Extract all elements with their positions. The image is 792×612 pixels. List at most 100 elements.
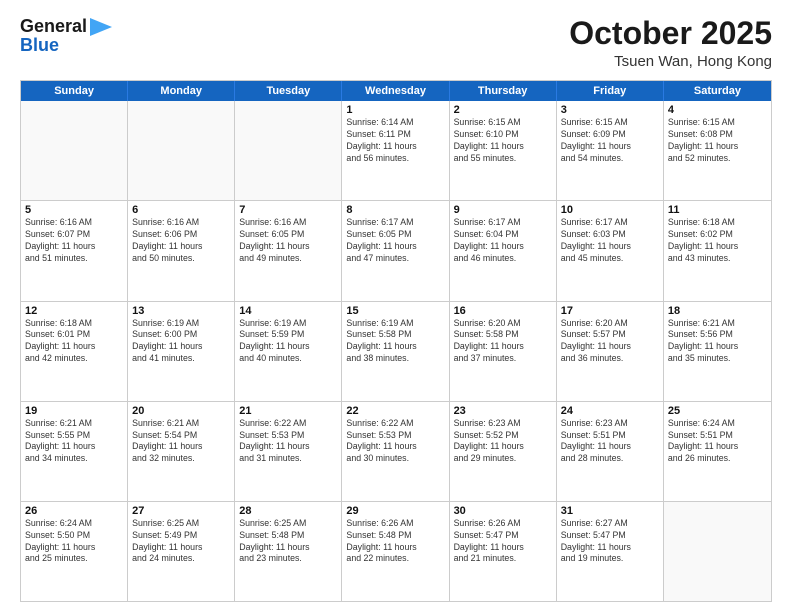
weekday-header-tuesday: Tuesday — [235, 81, 342, 101]
day-info: Sunrise: 6:15 AM Sunset: 6:09 PM Dayligh… — [561, 117, 659, 165]
day-cell-15: 15Sunrise: 6:19 AM Sunset: 5:58 PM Dayli… — [342, 302, 449, 401]
day-number: 11 — [668, 204, 767, 216]
day-info: Sunrise: 6:21 AM Sunset: 5:54 PM Dayligh… — [132, 418, 230, 466]
weekday-header-thursday: Thursday — [450, 81, 557, 101]
day-info: Sunrise: 6:27 AM Sunset: 5:47 PM Dayligh… — [561, 518, 659, 566]
day-info: Sunrise: 6:18 AM Sunset: 6:01 PM Dayligh… — [25, 318, 123, 366]
day-info: Sunrise: 6:17 AM Sunset: 6:05 PM Dayligh… — [346, 217, 444, 265]
day-info: Sunrise: 6:14 AM Sunset: 6:11 PM Dayligh… — [346, 117, 444, 165]
day-cell-1: 1Sunrise: 6:14 AM Sunset: 6:11 PM Daylig… — [342, 101, 449, 200]
day-info: Sunrise: 6:18 AM Sunset: 6:02 PM Dayligh… — [668, 217, 767, 265]
day-info: Sunrise: 6:16 AM Sunset: 6:05 PM Dayligh… — [239, 217, 337, 265]
day-cell-12: 12Sunrise: 6:18 AM Sunset: 6:01 PM Dayli… — [21, 302, 128, 401]
day-number: 4 — [668, 104, 767, 116]
day-number: 12 — [25, 305, 123, 317]
day-cell-25: 25Sunrise: 6:24 AM Sunset: 5:51 PM Dayli… — [664, 402, 771, 501]
day-number: 26 — [25, 505, 123, 517]
day-cell-11: 11Sunrise: 6:18 AM Sunset: 6:02 PM Dayli… — [664, 201, 771, 300]
logo-blue: Blue — [20, 35, 59, 56]
calendar-row-1: 5Sunrise: 6:16 AM Sunset: 6:07 PM Daylig… — [21, 201, 771, 301]
day-number: 23 — [454, 405, 552, 417]
day-cell-8: 8Sunrise: 6:17 AM Sunset: 6:05 PM Daylig… — [342, 201, 449, 300]
calendar-header: SundayMondayTuesdayWednesdayThursdayFrid… — [21, 81, 771, 101]
day-cell-17: 17Sunrise: 6:20 AM Sunset: 5:57 PM Dayli… — [557, 302, 664, 401]
day-cell-29: 29Sunrise: 6:26 AM Sunset: 5:48 PM Dayli… — [342, 502, 449, 601]
weekday-header-saturday: Saturday — [664, 81, 771, 101]
day-number: 27 — [132, 505, 230, 517]
day-cell-22: 22Sunrise: 6:22 AM Sunset: 5:53 PM Dayli… — [342, 402, 449, 501]
calendar-row-0: 1Sunrise: 6:14 AM Sunset: 6:11 PM Daylig… — [21, 101, 771, 201]
day-info: Sunrise: 6:15 AM Sunset: 6:10 PM Dayligh… — [454, 117, 552, 165]
day-info: Sunrise: 6:24 AM Sunset: 5:51 PM Dayligh… — [668, 418, 767, 466]
day-number: 5 — [25, 204, 123, 216]
day-cell-6: 6Sunrise: 6:16 AM Sunset: 6:06 PM Daylig… — [128, 201, 235, 300]
day-info: Sunrise: 6:22 AM Sunset: 5:53 PM Dayligh… — [239, 418, 337, 466]
title-block: October 2025 Tsuen Wan, Hong Kong — [569, 16, 772, 70]
header: General Blue October 2025 Tsuen Wan, Hon… — [20, 16, 772, 70]
day-cell-28: 28Sunrise: 6:25 AM Sunset: 5:48 PM Dayli… — [235, 502, 342, 601]
day-number: 29 — [346, 505, 444, 517]
day-number: 9 — [454, 204, 552, 216]
day-cell-24: 24Sunrise: 6:23 AM Sunset: 5:51 PM Dayli… — [557, 402, 664, 501]
calendar-row-3: 19Sunrise: 6:21 AM Sunset: 5:55 PM Dayli… — [21, 402, 771, 502]
day-number: 18 — [668, 305, 767, 317]
day-number: 1 — [346, 104, 444, 116]
day-number: 30 — [454, 505, 552, 517]
empty-cell-4-6 — [664, 502, 771, 601]
day-cell-20: 20Sunrise: 6:21 AM Sunset: 5:54 PM Dayli… — [128, 402, 235, 501]
weekday-header-sunday: Sunday — [21, 81, 128, 101]
month-title: October 2025 — [569, 16, 772, 51]
day-info: Sunrise: 6:19 AM Sunset: 6:00 PM Dayligh… — [132, 318, 230, 366]
day-cell-9: 9Sunrise: 6:17 AM Sunset: 6:04 PM Daylig… — [450, 201, 557, 300]
calendar-body: 1Sunrise: 6:14 AM Sunset: 6:11 PM Daylig… — [21, 101, 771, 601]
day-cell-5: 5Sunrise: 6:16 AM Sunset: 6:07 PM Daylig… — [21, 201, 128, 300]
day-number: 3 — [561, 104, 659, 116]
day-number: 15 — [346, 305, 444, 317]
day-cell-21: 21Sunrise: 6:22 AM Sunset: 5:53 PM Dayli… — [235, 402, 342, 501]
day-number: 8 — [346, 204, 444, 216]
day-number: 10 — [561, 204, 659, 216]
calendar-row-2: 12Sunrise: 6:18 AM Sunset: 6:01 PM Dayli… — [21, 302, 771, 402]
day-info: Sunrise: 6:15 AM Sunset: 6:08 PM Dayligh… — [668, 117, 767, 165]
day-cell-23: 23Sunrise: 6:23 AM Sunset: 5:52 PM Dayli… — [450, 402, 557, 501]
day-cell-10: 10Sunrise: 6:17 AM Sunset: 6:03 PM Dayli… — [557, 201, 664, 300]
day-info: Sunrise: 6:17 AM Sunset: 6:04 PM Dayligh… — [454, 217, 552, 265]
day-info: Sunrise: 6:26 AM Sunset: 5:48 PM Dayligh… — [346, 518, 444, 566]
day-info: Sunrise: 6:20 AM Sunset: 5:57 PM Dayligh… — [561, 318, 659, 366]
day-cell-26: 26Sunrise: 6:24 AM Sunset: 5:50 PM Dayli… — [21, 502, 128, 601]
day-info: Sunrise: 6:23 AM Sunset: 5:52 PM Dayligh… — [454, 418, 552, 466]
empty-cell-0-1 — [128, 101, 235, 200]
day-info: Sunrise: 6:16 AM Sunset: 6:07 PM Dayligh… — [25, 217, 123, 265]
day-info: Sunrise: 6:17 AM Sunset: 6:03 PM Dayligh… — [561, 217, 659, 265]
logo-line: General — [20, 16, 112, 37]
day-number: 7 — [239, 204, 337, 216]
day-cell-4: 4Sunrise: 6:15 AM Sunset: 6:08 PM Daylig… — [664, 101, 771, 200]
calendar-row-4: 26Sunrise: 6:24 AM Sunset: 5:50 PM Dayli… — [21, 502, 771, 601]
day-number: 24 — [561, 405, 659, 417]
day-info: Sunrise: 6:23 AM Sunset: 5:51 PM Dayligh… — [561, 418, 659, 466]
page: General Blue October 2025 Tsuen Wan, Hon… — [0, 0, 792, 612]
logo: General Blue — [20, 16, 112, 56]
day-cell-3: 3Sunrise: 6:15 AM Sunset: 6:09 PM Daylig… — [557, 101, 664, 200]
day-number: 17 — [561, 305, 659, 317]
day-cell-16: 16Sunrise: 6:20 AM Sunset: 5:58 PM Dayli… — [450, 302, 557, 401]
day-number: 13 — [132, 305, 230, 317]
day-cell-30: 30Sunrise: 6:26 AM Sunset: 5:47 PM Dayli… — [450, 502, 557, 601]
day-info: Sunrise: 6:21 AM Sunset: 5:55 PM Dayligh… — [25, 418, 123, 466]
day-info: Sunrise: 6:22 AM Sunset: 5:53 PM Dayligh… — [346, 418, 444, 466]
day-cell-14: 14Sunrise: 6:19 AM Sunset: 5:59 PM Dayli… — [235, 302, 342, 401]
day-number: 16 — [454, 305, 552, 317]
day-number: 28 — [239, 505, 337, 517]
weekday-header-monday: Monday — [128, 81, 235, 101]
location: Tsuen Wan, Hong Kong — [569, 53, 772, 70]
day-number: 19 — [25, 405, 123, 417]
day-number: 14 — [239, 305, 337, 317]
day-cell-2: 2Sunrise: 6:15 AM Sunset: 6:10 PM Daylig… — [450, 101, 557, 200]
day-number: 21 — [239, 405, 337, 417]
day-info: Sunrise: 6:19 AM Sunset: 5:58 PM Dayligh… — [346, 318, 444, 366]
day-number: 20 — [132, 405, 230, 417]
empty-cell-0-2 — [235, 101, 342, 200]
day-number: 6 — [132, 204, 230, 216]
weekday-header-friday: Friday — [557, 81, 664, 101]
day-cell-18: 18Sunrise: 6:21 AM Sunset: 5:56 PM Dayli… — [664, 302, 771, 401]
